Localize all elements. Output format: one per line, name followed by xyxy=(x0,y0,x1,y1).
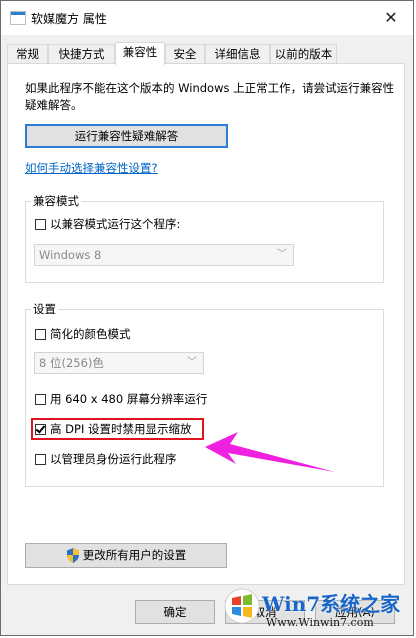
run-as-admin-checkbox[interactable]: 以管理员身份运行此程序 xyxy=(35,451,177,467)
chevron-down-icon: ﹀ xyxy=(187,357,197,368)
run-as-admin-checkbox-box[interactable] xyxy=(35,453,46,465)
properties-window: 软媒魔方 属性 ✕ 常规 快捷方式 兼容性 安全 详细信息 以前的版本 如果此程… xyxy=(0,0,414,636)
compat-mode-group xyxy=(25,201,384,283)
settings-legend: 设置 xyxy=(31,301,58,317)
manual-settings-link[interactable]: 如何手动选择兼容性设置? xyxy=(25,160,158,176)
os-select[interactable]: Windows 8 ﹀ xyxy=(34,244,294,266)
app-icon xyxy=(10,11,26,25)
compatibility-panel: 如果此程序不能在这个版本的 Windows 上正常工作，请尝试运行兼容性疑难解答… xyxy=(7,63,405,585)
run-640-checkbox-box[interactable] xyxy=(35,393,46,405)
color-mode-select[interactable]: 8 位(256)色 ﹀ xyxy=(34,352,204,374)
reduced-color-checkbox-box[interactable] xyxy=(35,328,46,340)
run-640-label: 用 640 x 480 屏幕分辨率运行 xyxy=(50,392,208,406)
close-button[interactable]: ✕ xyxy=(379,7,403,29)
high-dpi-checkbox-box[interactable] xyxy=(35,423,46,435)
watermark-url: Www.Winwin7.com xyxy=(266,616,374,629)
tab-compatibility[interactable]: 兼容性 xyxy=(115,42,165,65)
tab-security[interactable]: 安全 xyxy=(165,44,205,63)
watermark: Win7系统之家 Www.Winwin7.com xyxy=(222,584,414,636)
tab-details[interactable]: 详细信息 xyxy=(205,44,270,63)
uac-shield-icon xyxy=(66,548,79,563)
title-bar: 软媒魔方 属性 ✕ xyxy=(1,1,413,35)
tab-shortcut[interactable]: 快捷方式 xyxy=(48,44,115,63)
os-select-value: Windows 8 xyxy=(39,248,102,262)
troubleshoot-button[interactable]: 运行兼容性疑难解答 xyxy=(25,124,228,148)
compat-mode-checkbox-box[interactable] xyxy=(35,218,46,230)
compat-mode-label: 以兼容模式运行这个程序: xyxy=(50,217,181,231)
run-640-checkbox[interactable]: 用 640 x 480 屏幕分辨率运行 xyxy=(35,391,207,407)
color-mode-select-value: 8 位(256)色 xyxy=(39,356,104,370)
high-dpi-label: 高 DPI 设置时禁用显示缩放 xyxy=(50,422,192,436)
high-dpi-checkbox[interactable]: 高 DPI 设置时禁用显示缩放 xyxy=(35,421,192,437)
reduced-color-checkbox[interactable]: 简化的颜色模式 xyxy=(35,326,131,342)
compat-mode-legend: 兼容模式 xyxy=(31,193,81,209)
run-as-admin-label: 以管理员身份运行此程序 xyxy=(50,452,177,466)
reduced-color-label: 简化的颜色模式 xyxy=(50,327,131,341)
compat-mode-checkbox[interactable]: 以兼容模式运行这个程序: xyxy=(35,216,180,232)
tab-strip: 常规 快捷方式 兼容性 安全 详细信息 以前的版本 xyxy=(7,42,405,65)
intro-text: 如果此程序不能在这个版本的 Windows 上正常工作，请尝试运行兼容性疑难解答… xyxy=(25,81,395,112)
watermark-brand: Win7系统之家 xyxy=(262,592,401,616)
ok-button[interactable]: 确定 xyxy=(135,600,215,624)
window-title: 软媒魔方 属性 xyxy=(31,12,107,26)
magenta-arrow-icon xyxy=(205,432,335,472)
chevron-down-icon: ﹀ xyxy=(277,249,287,260)
change-all-users-label: 更改所有用户的设置 xyxy=(82,548,187,562)
windows-logo-icon xyxy=(224,588,260,624)
tab-previous-versions[interactable]: 以前的版本 xyxy=(270,44,337,63)
change-all-users-button[interactable]: 更改所有用户的设置 xyxy=(25,543,227,568)
tab-general[interactable]: 常规 xyxy=(7,44,48,63)
